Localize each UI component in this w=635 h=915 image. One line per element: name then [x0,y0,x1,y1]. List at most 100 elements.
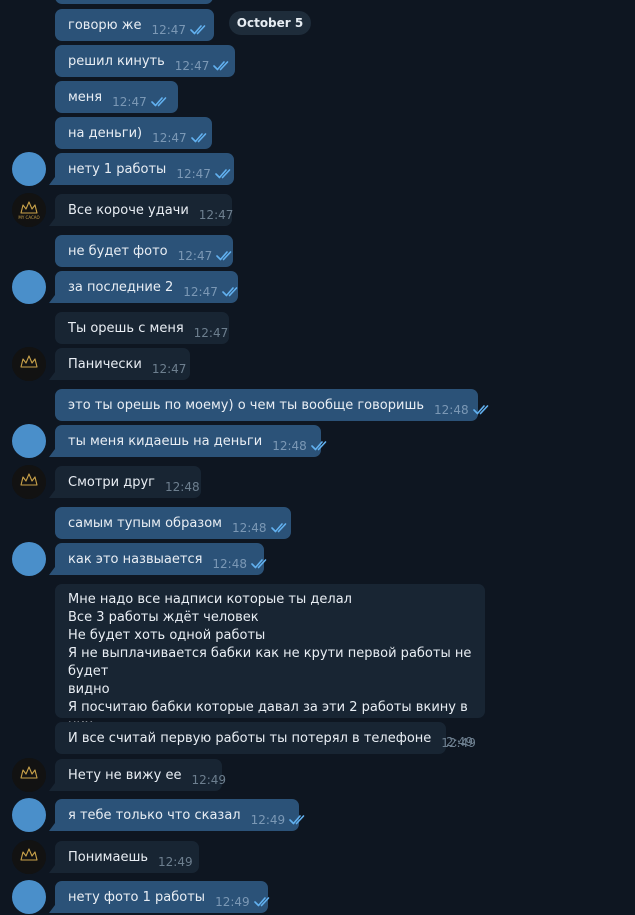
message-time: 12:47 [174,59,210,73]
message-time: 12:48 [272,439,307,453]
message-bubble-outgoing[interactable]: это ты орешь по моему) о чем ты вообще г… [55,389,478,421]
double-check-icon [190,24,208,35]
message-meta: 12:49 [441,734,476,752]
message-bubble-outgoing[interactable]: нету 1 работы 12:47 [49,153,234,185]
message-line: Я не выплачивается бабки как не крути пе… [68,646,472,679]
message-bubble-incoming[interactable]: Мне надо все надписи которые ты делал Вс… [55,584,485,749]
message-meta: 12:47 [199,206,234,224]
message-meta: 12:49 [191,771,226,789]
message-bubble-outgoing[interactable]: говорю же 12:47 [55,9,214,41]
message-bubble-incoming[interactable]: Смотри друг 12:48 [49,466,201,498]
message-bubble-incoming[interactable]: Панически 12:47 [49,348,190,380]
message-bubble-incoming[interactable]: Все короче удачи 12:47 [49,194,234,226]
message-text: Все короче удачи [68,203,189,218]
message-meta: 12:49 [158,853,193,871]
message-meta: 12:47 [151,21,208,39]
message-text: меня [68,90,103,105]
contact-avatar-logo-icon[interactable] [12,347,46,381]
message-time: 12:48 [231,521,267,535]
double-check-icon [311,440,329,451]
double-check-icon [222,286,240,297]
message-text: Нету не вижу ее [68,768,182,783]
message-line: Не будет хоть одной работы [68,628,266,643]
message-text: за последние 2 [68,280,174,295]
message-bubble-incoming[interactable]: Ты орешь с меня 12:47 [55,312,229,344]
logo-text: MY CACAO [18,215,39,220]
message-time: 12:49 [215,895,250,909]
message-time: 12:48 [165,480,200,494]
message-time: 12:47 [177,249,213,263]
double-check-icon [289,814,307,825]
message-meta: 12:47 [194,324,229,342]
message-bubble-outgoing[interactable]: меня 12:47 [55,81,178,113]
chat-history[interactable]: October 5 говорю же 12:47 решил кинуть 12:… [0,0,635,915]
user-avatar[interactable] [12,270,46,304]
message-time: 12:49 [250,813,286,827]
message-time: 12:47 [112,95,147,109]
double-check-icon [271,522,289,533]
message-meta: 12:47 [152,360,187,378]
message-bubble-outgoing[interactable]: не будет фото 12:47 [55,235,233,267]
message-bubble-outgoing[interactable]: самым тупым образом 12:48 [55,507,291,539]
message-time: 12:47 [193,326,229,340]
message-meta: 12:48 [165,478,200,496]
user-avatar[interactable] [12,542,46,576]
message-line: Мне надо все надписи которые ты делал [68,592,352,607]
double-check-icon [191,132,209,143]
double-check-icon [215,168,233,179]
message-text: И все считай первую работы ты потерял в … [68,731,432,746]
message-bubble-incoming[interactable]: И все считай первую работы ты потерял в … [55,722,476,754]
message-bubble-incoming[interactable]: Нету не вижу ее 12:49 [49,759,226,791]
message-text: на деньги) [68,126,143,141]
message-bubble-outgoing[interactable]: за последние 2 12:47 [49,271,240,303]
message-time: 12:47 [176,167,211,181]
message-text: как это назвыается [68,552,203,567]
contact-avatar-logo-icon[interactable]: MY CACAO [12,193,46,227]
message-meta: 12:49 [251,811,308,829]
user-avatar[interactable] [12,152,46,186]
message-bubble-outgoing[interactable]: решил кинуть 12:47 [55,45,235,77]
message-meta: 12:47 [178,247,235,265]
message-text: Панически [68,357,142,372]
double-check-icon [473,404,491,415]
message-text: ты меня кидаешь на деньги [68,434,263,449]
message-bubble-outgoing[interactable]: я тебе только что сказал 12:49 [49,799,299,831]
date-divider: October 5 [229,11,311,35]
message-line: видно [68,682,110,697]
message-text: я тебе только что сказал [68,808,241,823]
message-text: это ты орешь по моему) о чем ты вообще г… [68,398,424,413]
message-meta: 12:47 [175,57,232,75]
message-bubble-outgoing[interactable]: нету фото 1 работы 12:49 [49,881,268,913]
message-time: 12:49 [158,855,193,869]
double-check-icon [216,250,234,261]
message-bubble-partial [55,0,213,4]
message-text: Понимаешь [68,850,149,865]
contact-avatar-logo-icon[interactable] [12,758,46,792]
message-bubble-outgoing[interactable]: на деньги) 12:47 [55,117,212,149]
message-meta: 12:48 [434,401,491,419]
user-avatar[interactable] [12,880,46,914]
message-bubble-incoming[interactable]: Понимаешь 12:49 [49,841,199,873]
contact-avatar-logo-icon[interactable] [12,465,46,499]
message-text: говорю же [68,18,142,33]
message-meta: 12:48 [232,519,289,537]
message-text: нету фото 1 работы [68,890,206,905]
user-avatar[interactable] [12,798,46,832]
message-bubble-outgoing[interactable]: как это назвыается 12:48 [49,543,264,575]
message-meta: 12:48 [272,437,329,455]
user-avatar[interactable] [12,424,46,458]
message-time: 12:48 [434,403,469,417]
message-text: не будет фото [68,244,168,259]
double-check-icon [254,896,272,907]
message-text: решил кинуть [68,54,165,69]
double-check-icon [213,60,231,71]
message-time: 12:49 [441,736,476,750]
message-bubble-outgoing[interactable]: ты меня кидаешь на деньги 12:48 [49,425,321,457]
contact-avatar-logo-icon[interactable] [12,840,46,874]
message-line: Все 3 работы ждёт человек [68,610,259,625]
message-text: нету 1 работы [68,162,167,177]
message-time: 12:47 [151,23,187,37]
message-time: 12:49 [191,773,227,787]
message-text: самым тупым образом [68,516,222,531]
message-meta: 12:48 [212,555,269,573]
